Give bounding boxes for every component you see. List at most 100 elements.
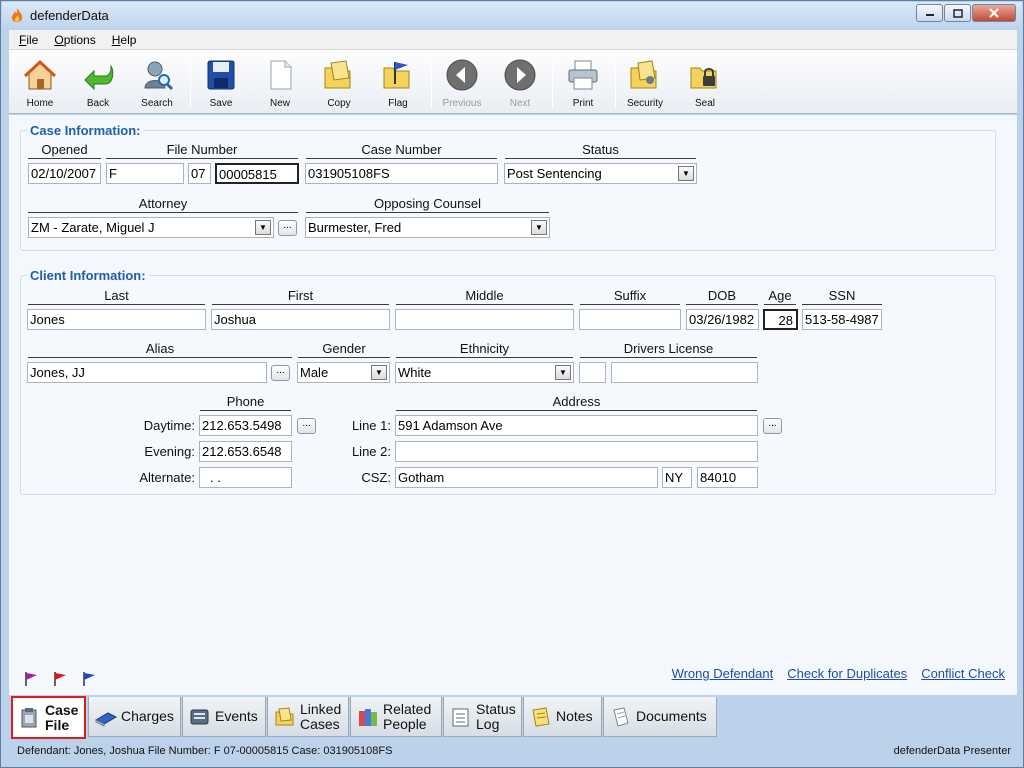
phone-alternate-field[interactable]: . .: [199, 467, 292, 488]
drivers-license-state-field[interactable]: [579, 362, 606, 383]
close-icon: [989, 8, 999, 18]
print-button[interactable]: Print: [554, 56, 612, 112]
tab-events[interactable]: Events: [182, 697, 266, 737]
dob-field[interactable]: 03/26/1982: [686, 309, 759, 330]
age-label: Age: [764, 289, 796, 305]
file-number-label: File Number: [106, 143, 298, 159]
tab-related-line1: Related: [383, 700, 432, 717]
address-line1-label: Line 1:: [351, 418, 391, 433]
tab-charges[interactable]: Charges: [88, 697, 181, 737]
purple-flag-icon[interactable]: [23, 671, 39, 687]
address-lookup-button[interactable]: ...: [763, 418, 782, 434]
gender-value: Male: [300, 365, 329, 380]
previous-button[interactable]: Previous: [433, 56, 491, 112]
first-name-label: First: [212, 289, 389, 305]
seal-button[interactable]: Seal: [676, 56, 734, 112]
print-label: Print: [572, 98, 594, 109]
menu-file[interactable]: File: [19, 33, 38, 47]
address-line2-field[interactable]: [395, 441, 758, 462]
tab-events-label: Events: [215, 708, 258, 724]
alias-lookup-button[interactable]: ...: [271, 365, 290, 381]
suffix-field[interactable]: [579, 309, 681, 330]
city-field[interactable]: Gotham: [395, 467, 658, 488]
suffix-label: Suffix: [580, 289, 680, 305]
dropdown-arrow-icon[interactable]: ▼: [531, 220, 547, 235]
gender-select[interactable]: Male ▼: [297, 362, 390, 383]
file-sequence-field[interactable]: 00005815: [215, 163, 299, 184]
status-bar-presenter: defenderData Presenter: [893, 745, 1011, 757]
drivers-license-number-field[interactable]: [611, 362, 758, 383]
attorney-lookup-button[interactable]: ...: [278, 220, 297, 236]
tab-status-log[interactable]: Status Log: [443, 697, 522, 737]
floppy-disk-icon: [207, 60, 235, 90]
alias-label: Alias: [28, 342, 292, 358]
wrong-defendant-link[interactable]: Wrong Defendant: [672, 666, 774, 681]
phone-evening-field[interactable]: 212.653.6548: [199, 441, 292, 462]
search-person-icon: [144, 61, 174, 91]
first-name-field[interactable]: Joshua: [211, 309, 390, 330]
home-button[interactable]: Home: [11, 56, 69, 112]
middle-name-field[interactable]: [395, 309, 574, 330]
blue-flag-icon[interactable]: [81, 671, 97, 687]
zip-field[interactable]: 84010: [697, 467, 758, 488]
address-label: Address: [396, 395, 757, 411]
gender-label: Gender: [298, 342, 390, 358]
address-line1-field[interactable]: 591 Adamson Ave: [395, 415, 758, 436]
flag-label: Flag: [388, 98, 408, 109]
dropdown-arrow-icon[interactable]: ▼: [678, 166, 694, 181]
dropdown-arrow-icon[interactable]: ▼: [255, 220, 271, 235]
conflict-check-link[interactable]: Conflict Check: [921, 666, 1005, 681]
phone-label: Phone: [200, 395, 291, 411]
check-duplicates-link[interactable]: Check for Duplicates: [787, 666, 907, 681]
state-field[interactable]: NY: [662, 467, 692, 488]
search-button[interactable]: Search: [128, 56, 186, 112]
linked-cases-icon: [275, 706, 294, 725]
tab-linked-cases[interactable]: Linked Cases: [267, 697, 349, 737]
phone-lookup-button[interactable]: ...: [297, 418, 316, 434]
next-button[interactable]: Next: [491, 56, 549, 112]
menu-options[interactable]: Options: [54, 33, 95, 47]
red-flag-icon[interactable]: [52, 671, 68, 687]
notes-icon: [532, 706, 550, 727]
charges-book-icon: [95, 711, 117, 727]
dropdown-arrow-icon[interactable]: ▼: [555, 365, 571, 380]
ethnicity-select[interactable]: White ▼: [395, 362, 574, 383]
flag-folder-icon: [383, 62, 410, 89]
age-field[interactable]: 28: [763, 309, 798, 330]
maximize-button[interactable]: [944, 4, 971, 22]
status-select[interactable]: Post Sentencing ▼: [504, 163, 697, 184]
client-information-group: [20, 275, 996, 495]
tab-documents[interactable]: Documents: [603, 697, 717, 737]
flag-button[interactable]: Flag: [369, 56, 427, 112]
last-name-field[interactable]: Jones: [27, 309, 206, 330]
status-bar-case-summary: Defendant: Jones, Joshua File Number: F …: [17, 745, 393, 757]
title-bar[interactable]: defenderData: [2, 2, 1022, 30]
opposing-counsel-select[interactable]: Burmester, Fred ▼: [305, 217, 550, 238]
file-year-field[interactable]: 07: [188, 163, 211, 184]
save-button[interactable]: Save: [192, 56, 250, 112]
minimize-button[interactable]: [916, 4, 943, 22]
copy-button[interactable]: Copy: [310, 56, 368, 112]
attorney-select[interactable]: ZM - Zarate, Miguel J ▼: [28, 217, 274, 238]
file-prefix-field[interactable]: F: [106, 163, 184, 184]
status-log-icon: [452, 708, 469, 726]
ssn-field[interactable]: 513-58-4987: [802, 309, 882, 330]
tab-notes[interactable]: Notes: [523, 697, 602, 737]
case-information-title: Case Information:: [27, 123, 144, 138]
back-button[interactable]: Back: [69, 56, 127, 112]
ethnicity-label: Ethnicity: [396, 342, 573, 358]
alias-field[interactable]: Jones, JJ: [27, 362, 267, 383]
menu-options-rest: ptions: [63, 32, 96, 47]
close-button[interactable]: [972, 4, 1016, 22]
case-number-field[interactable]: 031905108FS: [305, 163, 498, 184]
security-button[interactable]: Security: [616, 56, 674, 112]
toolbar-separator: [190, 58, 191, 108]
menu-help[interactable]: Help: [112, 33, 137, 47]
opened-field[interactable]: 02/10/2007: [28, 163, 101, 184]
action-links: Wrong Defendant Check for Duplicates Con…: [658, 666, 1005, 681]
phone-daytime-field[interactable]: 212.653.5498: [199, 415, 292, 436]
tab-related-people[interactable]: Related People: [350, 697, 442, 737]
tab-case-file[interactable]: Case File: [11, 696, 86, 739]
dropdown-arrow-icon[interactable]: ▼: [371, 365, 387, 380]
new-button[interactable]: New: [251, 56, 309, 112]
